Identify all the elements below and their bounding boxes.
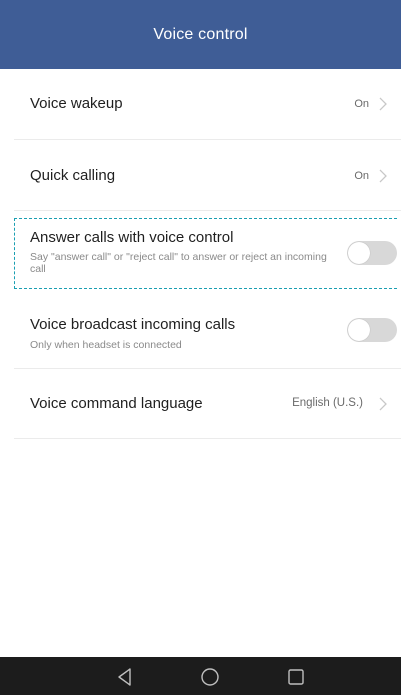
voice-broadcast-toggle[interactable] bbox=[347, 318, 397, 342]
setting-command-language-value: English (U.S.) bbox=[292, 397, 363, 409]
setting-voice-broadcast-label: Voice broadcast incoming calls bbox=[30, 316, 236, 333]
page-title: Voice control bbox=[153, 25, 248, 43]
setting-voice-wakeup-value: On bbox=[354, 98, 369, 110]
setting-quick-calling[interactable]: Quick calling On bbox=[0, 140, 401, 210]
setting-command-language-label: Voice command language bbox=[30, 395, 203, 412]
setting-answer-calls-description: Say "answer call" or "reject call" to an… bbox=[30, 251, 327, 275]
voice-control-screen: Voice control Voice wakeup On Quick call… bbox=[0, 0, 401, 695]
answer-calls-toggle[interactable] bbox=[347, 241, 397, 265]
setting-voice-broadcast[interactable]: Voice broadcast incoming calls Only when… bbox=[0, 300, 401, 368]
toggle-knob bbox=[348, 319, 370, 341]
home-icon[interactable] bbox=[199, 666, 221, 688]
chevron-right-icon bbox=[379, 97, 387, 111]
setting-voice-broadcast-description: Only when headset is connected bbox=[30, 339, 182, 351]
app-header: Voice control bbox=[0, 0, 401, 69]
setting-voice-wakeup-label: Voice wakeup bbox=[30, 95, 123, 112]
setting-command-language[interactable]: Voice command language English (U.S.) bbox=[0, 369, 401, 438]
setting-quick-calling-value: On bbox=[354, 170, 369, 182]
recents-icon[interactable] bbox=[285, 666, 307, 688]
setting-voice-wakeup[interactable]: Voice wakeup On bbox=[0, 69, 401, 139]
divider bbox=[14, 210, 401, 211]
chevron-right-icon bbox=[379, 397, 387, 411]
system-navigation-bar bbox=[0, 657, 401, 695]
back-icon[interactable] bbox=[115, 666, 137, 688]
toggle-knob bbox=[348, 242, 370, 264]
chevron-right-icon bbox=[379, 169, 387, 183]
setting-quick-calling-label: Quick calling bbox=[30, 167, 116, 184]
setting-answer-calls[interactable]: Answer calls with voice control Say "ans… bbox=[0, 218, 401, 289]
setting-answer-calls-label: Answer calls with voice control bbox=[30, 229, 234, 246]
divider bbox=[14, 438, 401, 439]
